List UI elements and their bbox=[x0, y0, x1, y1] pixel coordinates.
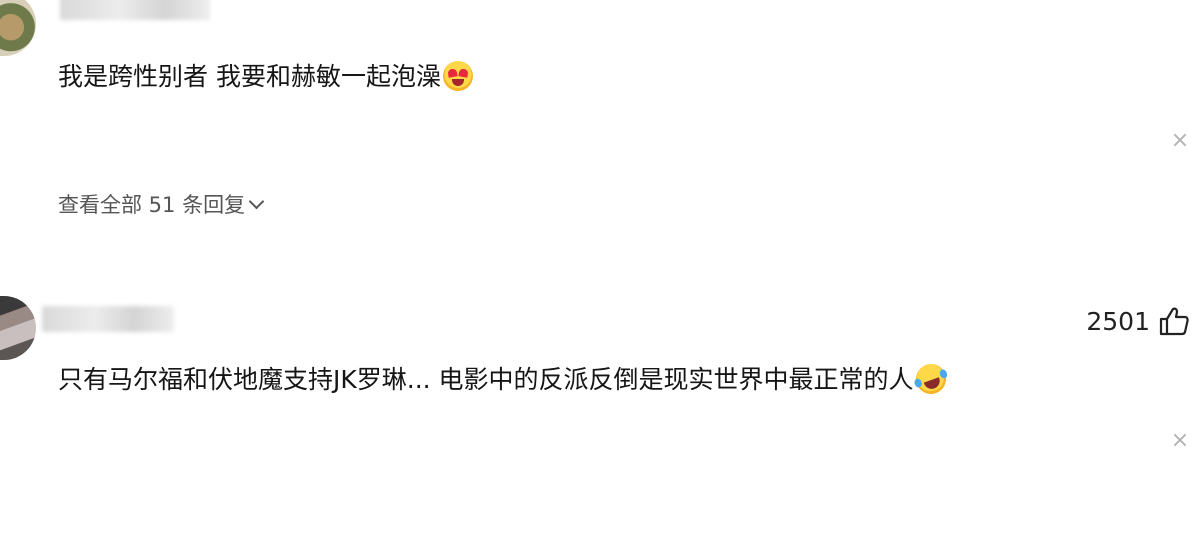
close-icon[interactable] bbox=[1172, 132, 1188, 148]
heart-eyes-emoji-icon bbox=[442, 61, 473, 91]
avatar[interactable] bbox=[0, 296, 36, 360]
comment-text: 只有马尔福和伏地魔支持JK罗琳... 电影中的反派反倒是现实世界中最正常的人 bbox=[58, 359, 950, 399]
like-button[interactable]: 2501 bbox=[1086, 303, 1190, 339]
view-replies-button[interactable]: 查看全部 51 条回复 bbox=[58, 190, 265, 220]
comment-body: 我是跨性别者 我要和赫敏一起泡澡 bbox=[58, 62, 441, 91]
comment-text: 我是跨性别者 我要和赫敏一起泡澡 bbox=[58, 60, 473, 94]
comment-item: 我是跨性别者 我要和赫敏一起泡澡 查看全部 51 条回复 bbox=[0, 0, 1200, 250]
like-count: 2501 bbox=[1086, 306, 1150, 336]
thumbs-up-icon bbox=[1159, 307, 1189, 336]
comment-body: 只有马尔福和伏地魔支持JK罗琳... 电影中的反派反倒是现实世界中最正常的人 bbox=[58, 365, 914, 394]
avatar[interactable] bbox=[0, 0, 36, 56]
comment-item: 2501 只有马尔福和伏地魔支持JK罗琳... 电影中的反派反倒是现实世界中最正… bbox=[0, 290, 1200, 537]
rolling-laughing-emoji-icon bbox=[911, 359, 950, 399]
username-blurred[interactable] bbox=[42, 306, 174, 332]
chevron-down-icon bbox=[248, 193, 265, 210]
username-blurred[interactable] bbox=[60, 0, 210, 20]
close-icon[interactable] bbox=[1172, 432, 1188, 448]
view-replies-label: 查看全部 51 条回复 bbox=[58, 193, 246, 217]
